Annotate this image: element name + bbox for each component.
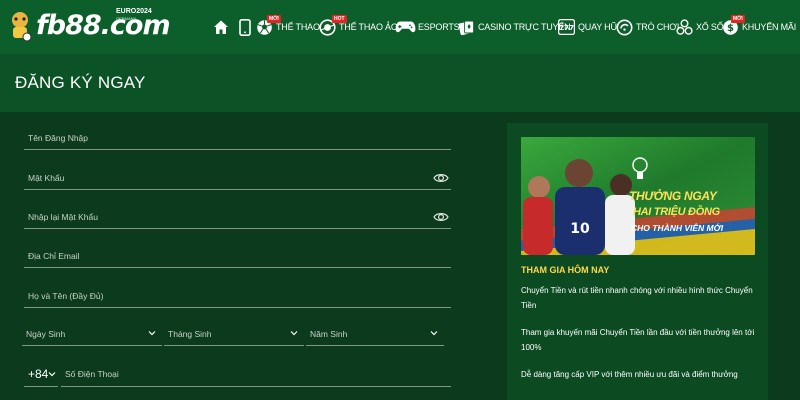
promo-panel: 10 THƯỞNG NGAY HAI TRIỆU ĐỒNG CHO THÀNH …	[507, 123, 768, 400]
nav-item-esports[interactable]: ESPORTS	[394, 0, 460, 54]
chevron-down-icon	[148, 331, 156, 336]
banner-headline: THƯỞNG NGAY	[629, 189, 717, 203]
nav-item-casino[interactable]: CASINO TRỰC TUYẾN	[457, 0, 571, 54]
chevron-down-icon	[430, 331, 438, 336]
lottery-icon	[675, 18, 694, 37]
nav-item-label: XỔ SỐ	[696, 22, 724, 32]
fb88-logo[interactable]: fb88.com EURO2024 GERMANY	[6, 6, 171, 48]
birth-day-select[interactable]: Ngày Sinh	[22, 322, 162, 346]
gamepad-icon	[394, 18, 416, 37]
nav-item-label: TRÒ CHƠI	[636, 22, 680, 32]
phone-field[interactable]: Số Điện Thoại	[61, 362, 451, 387]
euro-2024-badge: EURO2024 GERMANY	[116, 8, 152, 21]
birth-month-select[interactable]: Tháng Sinh	[164, 322, 304, 346]
svg-text:$: $	[727, 23, 734, 34]
nav-item-label: THỂ THAO	[276, 22, 320, 32]
nav-item-slots[interactable]: 777 QUAY HŨ	[557, 0, 617, 54]
password-field[interactable]: Mật Khẩu	[24, 166, 451, 190]
nav-item-label: QUAY HŨ	[578, 22, 617, 32]
banner-subtitle: CHO THÀNH VIÊN MỚI	[631, 223, 724, 233]
page-title-bar: ĐĂNG KÝ NGAY	[0, 54, 800, 112]
username-field[interactable]: Tên Đăng Nhập	[24, 126, 451, 150]
new-badge: MỚI	[731, 15, 745, 23]
top-header: fb88.com EURO2024 GERMANY THỂ THAO MỚI T…	[0, 0, 800, 54]
new-badge: MỚI	[267, 15, 281, 23]
nav-item-promotions[interactable]: $ KHUYẾN MÃI MỚI	[721, 0, 796, 54]
banner-amount: HAI TRIỆU ĐỒNG	[633, 206, 720, 218]
mobile-app-link[interactable]	[235, 0, 254, 54]
slot-777-icon: 777	[557, 18, 576, 37]
nav-item-label: THỂ THAO ẢO	[339, 22, 398, 32]
nav-item-games[interactable]: TRÒ CHƠI	[615, 0, 679, 54]
chevron-down-icon	[48, 372, 56, 377]
cards-icon	[457, 18, 476, 37]
home-icon	[211, 18, 230, 37]
chevron-down-icon	[290, 331, 298, 336]
country-code-value: +84	[28, 367, 49, 381]
promo-point: Dễ dàng tăng cấp VIP với thêm nhiều ưu đ…	[521, 370, 738, 379]
confirm-password-field[interactable]: Nhập lại Mật Khẩu	[24, 205, 451, 229]
country-code-select[interactable]: +84	[24, 361, 58, 387]
promo-point: Tham gia khuyến mãi Chuyển Tiền lần đầu …	[521, 328, 755, 352]
birth-month-label: Tháng Sinh	[168, 329, 212, 339]
page-title: ĐĂNG KÝ NGAY	[15, 73, 146, 92]
nav-item-label: KHUYẾN MÃI	[742, 22, 797, 32]
promo-banner[interactable]: 10 THƯỞNG NGAY HAI TRIỆU ĐỒNG CHO THÀNH …	[521, 137, 755, 255]
confirm-password-input[interactable]	[24, 205, 451, 228]
nav-item-lottery[interactable]: XỔ SỐ	[675, 0, 724, 54]
email-field[interactable]: Địa Chỉ Email	[24, 244, 451, 268]
hot-badge: HOT	[332, 15, 347, 23]
fullname-field[interactable]: Họ và Tên (Đầy Đủ)	[24, 284, 451, 308]
email-input[interactable]	[24, 244, 451, 267]
nav-item-virtual-sports[interactable]: THỂ THAO ẢO HOT	[318, 0, 398, 54]
birth-year-select[interactable]: Năm Sinh	[306, 322, 444, 346]
birth-day-label: Ngày Sinh	[26, 329, 66, 339]
svg-text:10: 10	[570, 221, 590, 237]
phone-input[interactable]	[61, 362, 451, 386]
promo-heading: THAM GIA HÔM NAY	[521, 265, 610, 275]
mascot-icon	[12, 12, 32, 42]
username-input[interactable]	[24, 126, 451, 149]
main-nav: THỂ THAO MỚI THỂ THAO ẢO HOT ESPORTS CAS…	[211, 0, 800, 54]
nav-item-sports[interactable]: THỂ THAO MỚI	[255, 0, 320, 54]
mobile-phone-icon	[235, 18, 254, 37]
registration-form: Tên Đăng Nhập Mật Khẩu Nhập lại Mật Khẩu…	[0, 112, 500, 400]
eye-icon[interactable]	[433, 171, 449, 185]
password-input[interactable]	[24, 166, 451, 189]
svg-text:777: 777	[559, 23, 574, 32]
home-link[interactable]	[211, 0, 230, 54]
birth-year-label: Năm Sinh	[310, 329, 348, 339]
promo-point: Chuyển Tiền và rút tiền nhanh chóng với …	[521, 286, 753, 310]
fullname-input[interactable]	[24, 284, 451, 307]
game-icon	[615, 18, 634, 37]
eye-icon[interactable]	[433, 210, 449, 224]
nav-item-label: ESPORTS	[418, 22, 460, 32]
